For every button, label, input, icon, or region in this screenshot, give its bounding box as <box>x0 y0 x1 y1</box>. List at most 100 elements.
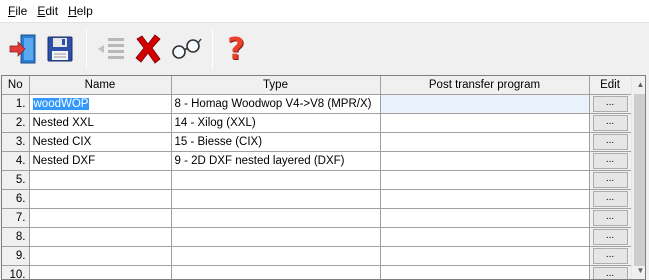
table-row[interactable]: 5.... <box>2 170 632 190</box>
cell-name-text: Nested DXF <box>32 154 96 167</box>
cell-post-transfer-program[interactable] <box>380 189 590 209</box>
exit-button[interactable] <box>4 29 44 69</box>
edit-ellipsis-button[interactable]: ... <box>592 190 628 207</box>
cell-post-transfer-program[interactable] <box>380 208 590 228</box>
header-name[interactable]: Name <box>29 76 172 95</box>
transfer-grid: No Name Type Post transfer program Edit … <box>1 75 646 280</box>
table-row[interactable]: 7.... <box>2 208 632 228</box>
cell-name[interactable]: Nested DXF <box>29 151 172 171</box>
scroll-down-arrow[interactable]: ▼ <box>632 262 645 279</box>
edit-ellipsis-button[interactable]: ... <box>592 266 628 279</box>
cell-type[interactable] <box>171 189 381 209</box>
header-type[interactable]: Type <box>171 76 381 95</box>
cell-name-text: Nested XXL <box>32 116 94 129</box>
menu-accelerator: H <box>68 4 77 18</box>
edit-ellipsis-button[interactable]: ... <box>592 171 628 188</box>
header-no[interactable]: No <box>2 76 30 95</box>
delete-button[interactable] <box>128 29 168 69</box>
scroll-up-arrow[interactable]: ▲ <box>632 76 645 93</box>
menu-bar: File Edit Help <box>0 0 649 22</box>
row-number: 10. <box>2 265 30 279</box>
cell-name-text: Nested CIX <box>32 135 92 148</box>
cell-edit: ... <box>589 265 632 279</box>
cell-post-transfer-program[interactable] <box>380 151 590 171</box>
exit-icon <box>9 34 36 64</box>
cell-name[interactable] <box>29 246 172 266</box>
vertical-scrollbar[interactable]: ▲ ▼ <box>631 76 645 279</box>
row-number: 7. <box>2 208 30 228</box>
edit-ellipsis-button[interactable]: ... <box>592 228 628 245</box>
grid-table: No Name Type Post transfer program Edit … <box>2 76 632 279</box>
cell-post-transfer-program[interactable] <box>380 265 590 279</box>
edit-ellipsis-button[interactable]: ... <box>592 209 628 226</box>
edit-ellipsis-button[interactable]: ... <box>592 152 628 169</box>
cell-name[interactable]: Nested CIX <box>29 132 172 152</box>
save-button[interactable] <box>40 29 80 69</box>
edit-ellipsis-button[interactable]: ... <box>592 247 628 264</box>
cell-edit: ... <box>589 113 632 133</box>
cell-post-transfer-program[interactable] <box>380 132 590 152</box>
cell-edit: ... <box>589 246 632 266</box>
header-edit[interactable]: Edit <box>589 76 632 95</box>
list-button[interactable] <box>92 29 132 69</box>
cell-name[interactable] <box>29 189 172 209</box>
menu-item-edit[interactable]: Edit <box>32 0 63 22</box>
table-row[interactable]: 2. Nested XXL 14 - Xilog (XXL)... <box>2 113 632 133</box>
table-row[interactable]: 8.... <box>2 227 632 247</box>
view-button[interactable] <box>166 29 206 69</box>
menu-label-rest: dit <box>45 4 59 18</box>
cell-post-transfer-program[interactable] <box>380 94 590 114</box>
help-icon: ? <box>227 31 245 67</box>
cell-post-transfer-program[interactable] <box>380 170 590 190</box>
toolbar-separator <box>212 29 213 69</box>
toolbar: ? <box>0 22 649 74</box>
cell-post-transfer-program[interactable] <box>380 246 590 266</box>
table-row[interactable]: 1. woodWOP 8 - Homag Woodwop V4->V8 (MPR/X… <box>2 94 632 114</box>
cell-name[interactable] <box>29 170 172 190</box>
menu-label-rest: ile <box>15 4 28 18</box>
table-row[interactable]: 3. Nested CIX 15 - Biesse (CIX)... <box>2 132 632 152</box>
cell-type[interactable]: 9 - 2D DXF nested layered (DXF) <box>171 151 381 171</box>
row-number: 8. <box>2 227 30 247</box>
cell-name[interactable] <box>29 265 172 279</box>
cell-name[interactable] <box>29 227 172 247</box>
cell-type[interactable] <box>171 170 381 190</box>
cell-name-text: woodWOP <box>32 97 90 110</box>
cell-type[interactable]: 8 - Homag Woodwop V4->V8 (MPR/X) <box>171 94 381 114</box>
edit-ellipsis-button[interactable]: ... <box>592 114 628 131</box>
menu-label-rest: elp <box>76 4 93 18</box>
cell-name[interactable] <box>29 208 172 228</box>
cell-type[interactable] <box>171 227 381 247</box>
cell-post-transfer-program[interactable] <box>380 113 590 133</box>
cell-name[interactable]: woodWOP <box>29 94 172 114</box>
header-post-transfer-program[interactable]: Post transfer program <box>380 76 590 95</box>
glasses-icon <box>172 38 202 59</box>
menu-item-help[interactable]: Help <box>63 0 98 22</box>
cell-post-transfer-program[interactable] <box>380 227 590 247</box>
cell-edit: ... <box>589 170 632 190</box>
row-number: 9. <box>2 246 30 266</box>
row-number: 1. <box>2 94 30 114</box>
help-button[interactable]: ? <box>216 29 256 69</box>
edit-ellipsis-button[interactable]: ... <box>592 95 628 112</box>
cell-type[interactable] <box>171 265 381 279</box>
scroll-thumb[interactable] <box>634 94 645 266</box>
list-icon <box>98 38 124 59</box>
cell-edit: ... <box>589 132 632 152</box>
table-row[interactable]: 6.... <box>2 189 632 209</box>
cell-name[interactable]: Nested XXL <box>29 113 172 133</box>
cell-edit: ... <box>589 189 632 209</box>
cell-type[interactable] <box>171 208 381 228</box>
cell-type[interactable] <box>171 246 381 266</box>
cell-edit: ... <box>589 151 632 171</box>
table-row[interactable]: 4. Nested DXF 9 - 2D DXF nested layered (D… <box>2 151 632 171</box>
row-number: 3. <box>2 132 30 152</box>
table-row[interactable]: 10.... <box>2 265 632 279</box>
cell-type[interactable]: 15 - Biesse (CIX) <box>171 132 381 152</box>
menu-item-file[interactable]: File <box>3 0 32 22</box>
row-number: 5. <box>2 170 30 190</box>
delete-icon <box>135 34 161 64</box>
table-row[interactable]: 9.... <box>2 246 632 266</box>
cell-type[interactable]: 14 - Xilog (XXL) <box>171 113 381 133</box>
edit-ellipsis-button[interactable]: ... <box>592 133 628 150</box>
